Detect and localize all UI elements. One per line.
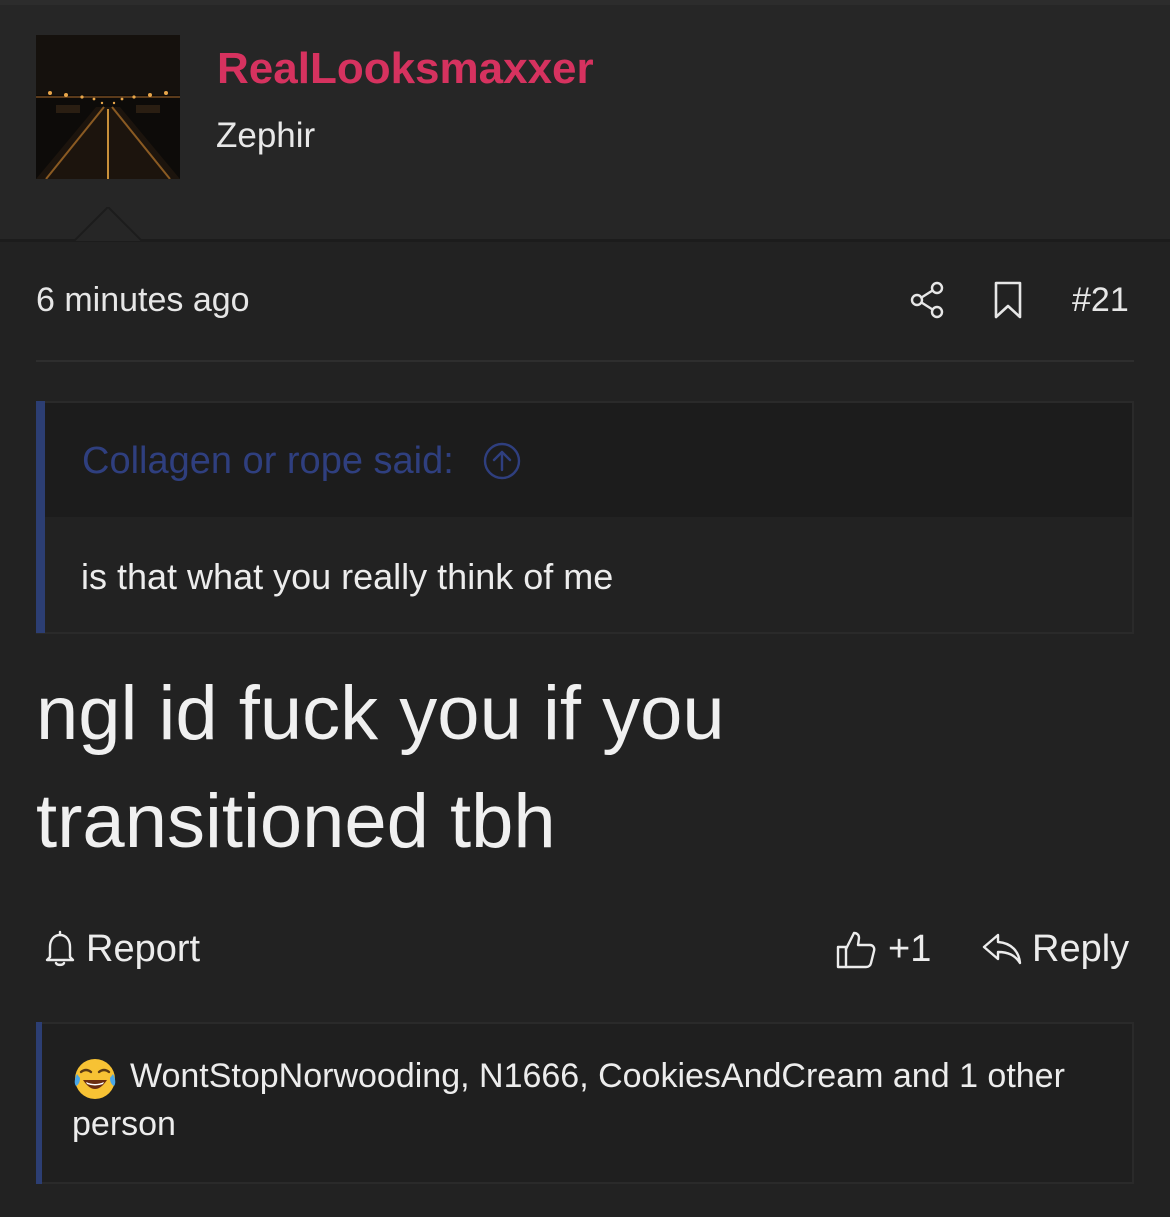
- reactions-list[interactable]: WontStopNorwooding, N1666, CookiesAndCre…: [72, 1052, 1072, 1148]
- report-button[interactable]: Report: [40, 925, 200, 973]
- post-timestamp[interactable]: 6 minutes ago: [36, 281, 250, 320]
- reply-button[interactable]: Reply: [980, 925, 1129, 973]
- quote-accent-bar: [36, 401, 45, 633]
- username[interactable]: RealLooksmaxxer: [217, 44, 594, 94]
- header-arrow: [74, 207, 142, 241]
- share-icon[interactable]: [908, 280, 948, 320]
- like-button[interactable]: +1: [834, 925, 931, 973]
- avatar[interactable]: [36, 35, 180, 179]
- quote-text: is that what you really think of me: [81, 556, 614, 597]
- like-count: +1: [888, 927, 932, 970]
- bookmark-icon[interactable]: [990, 280, 1026, 320]
- header-divider: [0, 239, 1170, 242]
- bell-icon: [45, 930, 75, 967]
- night-tunnel-avatar-image: [36, 35, 180, 179]
- post-number-link[interactable]: #21: [1072, 281, 1129, 320]
- arrow-up-circle-icon[interactable]: [482, 441, 522, 481]
- thumbs-up-icon: [836, 931, 876, 969]
- reactions-accent-bar: [36, 1022, 42, 1184]
- quote-author-link[interactable]: Collagen or rope said:: [82, 440, 454, 483]
- user-title: Zephir: [216, 116, 316, 155]
- post-message: ngl id fuck you if you transitioned tbh: [36, 671, 725, 864]
- report-label: Report: [86, 927, 201, 970]
- meta-divider: [36, 360, 1134, 362]
- reply-label: Reply: [1032, 927, 1130, 970]
- reply-arrow-icon: [982, 933, 1022, 965]
